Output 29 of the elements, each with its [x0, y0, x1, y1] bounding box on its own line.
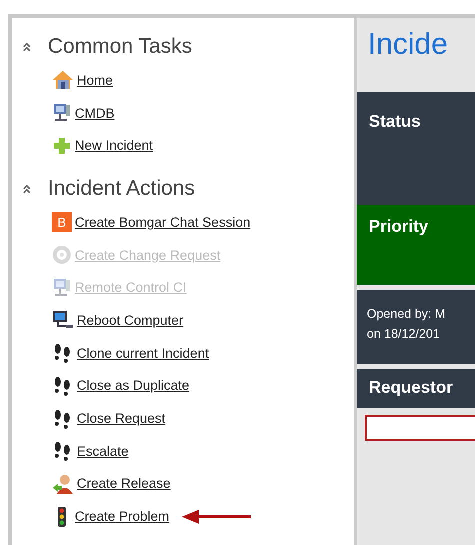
plus-icon — [52, 136, 72, 156]
action-link[interactable]: Create Release — [77, 476, 171, 492]
cycle-icon — [52, 245, 72, 266]
status-label: Status — [369, 112, 421, 131]
priority-label: Priority — [369, 217, 429, 236]
computer-icon — [52, 278, 72, 298]
action-link[interactable]: Reboot Computer — [77, 312, 184, 328]
opened-text: on 18/12/201 — [367, 326, 441, 343]
letter-icon: B — [52, 212, 72, 232]
action-link[interactable]: Create Problem — [75, 509, 170, 524]
form-title: Incide — [367, 28, 450, 63]
action-link[interactable]: Close Request — [77, 411, 166, 426]
action-link[interactable]: Clone current Incident — [77, 346, 210, 361]
section-title: Incident Actions — [48, 177, 196, 202]
action-link[interactable]: Create Bomgar Chat Session — [75, 214, 251, 230]
computer-icon — [52, 103, 72, 124]
collapse-icon[interactable] — [22, 184, 32, 194]
collapse-icon[interactable] — [22, 42, 32, 52]
action-link[interactable]: Close as Duplicate — [77, 378, 190, 394]
section-title: Common Tasks — [48, 35, 192, 59]
monitor-icon — [52, 310, 74, 330]
action-link[interactable]: New Incident — [75, 138, 154, 154]
action-link[interactable]: Home — [77, 72, 114, 88]
opened-text: Opened by: M — [367, 306, 447, 323]
person-icon — [52, 474, 74, 494]
action-link[interactable]: CMDB — [75, 106, 115, 121]
house-icon — [52, 70, 74, 90]
action-link[interactable]: Escalate — [77, 444, 129, 459]
requestor-label: Requestor — [369, 378, 454, 397]
